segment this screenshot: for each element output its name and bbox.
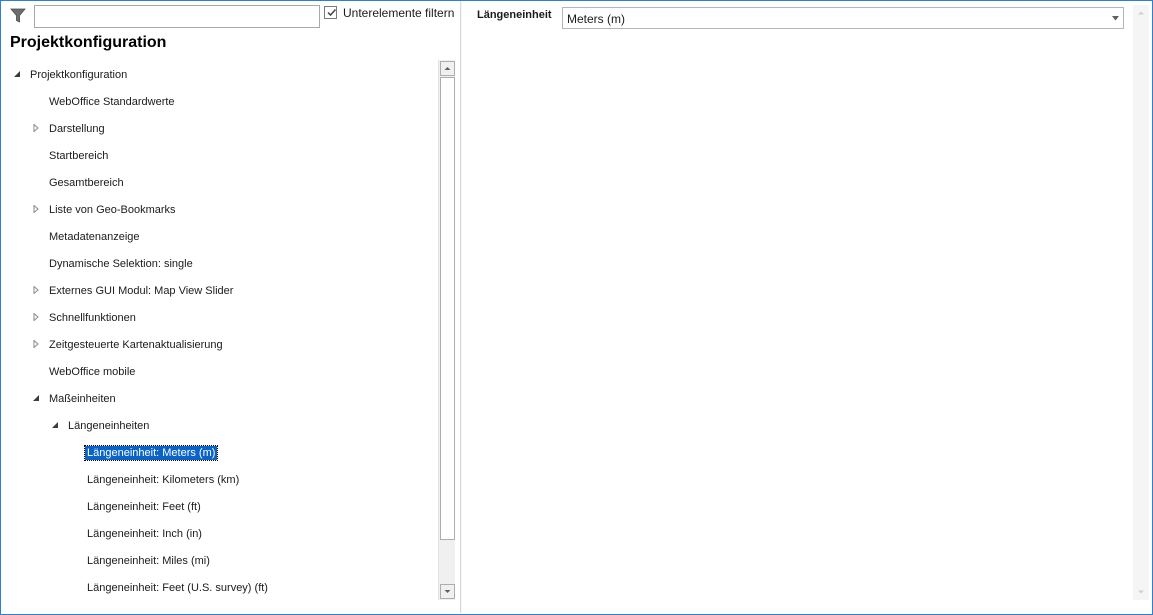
subelements-filter-label[interactable]: Unterelemente filtern bbox=[343, 6, 454, 20]
tree-item[interactable]: Dynamische Selektion: single bbox=[2, 250, 438, 277]
tree-item[interactable]: Projektkonfiguration bbox=[2, 61, 438, 88]
scroll-down-arrow-icon bbox=[444, 590, 451, 593]
tree-item-label[interactable]: Längeneinheit: Meters (m) bbox=[83, 445, 219, 461]
filter-funnel-icon[interactable] bbox=[10, 8, 26, 24]
tree-item[interactable]: Metadatenanzeige bbox=[2, 223, 438, 250]
triangle-expanded-icon[interactable] bbox=[32, 394, 40, 402]
scroll-thumb[interactable] bbox=[440, 77, 455, 540]
tree-item[interactable]: Schnellfunktionen bbox=[2, 304, 438, 331]
scroll-up-arrow-icon[interactable] bbox=[1135, 7, 1147, 19]
length-unit-dropdown[interactable]: Meters (m) bbox=[562, 7, 1124, 29]
triangle-collapsed-icon[interactable] bbox=[32, 340, 40, 348]
tree-item-label[interactable]: Längeneinheit: Inch (in) bbox=[85, 527, 204, 541]
tree-item[interactable]: Längeneinheit: Inch (in) bbox=[2, 520, 438, 547]
tree-item[interactable]: Externes GUI Modul: Map View Slider bbox=[2, 277, 438, 304]
tree-item-label[interactable]: Liste von Geo-Bookmarks bbox=[47, 203, 178, 217]
tree-item-label[interactable]: WebOffice mobile bbox=[47, 365, 137, 379]
tree-item[interactable]: Liste von Geo-Bookmarks bbox=[2, 196, 438, 223]
tree-scrollbar[interactable] bbox=[438, 60, 455, 600]
tree-item-label[interactable]: Metadatenanzeige bbox=[47, 230, 142, 244]
tree-item[interactable]: Gesamtbereich bbox=[2, 169, 438, 196]
tree-item-label[interactable]: Darstellung bbox=[47, 122, 107, 136]
tree-item[interactable]: Längeneinheiten bbox=[2, 412, 438, 439]
panel-title: Projektkonfiguration bbox=[10, 34, 167, 51]
tree-item-label[interactable]: Längeneinheiten bbox=[66, 419, 151, 433]
triangle-collapsed-icon[interactable] bbox=[32, 205, 40, 213]
tree-item[interactable]: Maßeinheiten bbox=[2, 385, 438, 412]
navigation-pane: Unterelemente filtern Projektkonfigurati… bbox=[1, 1, 460, 613]
triangle-expanded-icon[interactable] bbox=[51, 421, 59, 429]
tree-item-label[interactable]: Zeitgesteuerte Kartenaktualisierung bbox=[47, 338, 225, 352]
tree-item-label[interactable]: Längeneinheit: Feet (ft) bbox=[85, 500, 203, 514]
project-tree: Projektkonfiguration WebOffice Standardwe… bbox=[2, 61, 438, 601]
triangle-collapsed-icon[interactable] bbox=[32, 124, 40, 132]
properties-scrollbar[interactable] bbox=[1133, 5, 1149, 600]
scroll-up-arrow-icon bbox=[444, 67, 451, 70]
tree-item-label[interactable]: Projektkonfiguration bbox=[28, 68, 129, 82]
tree-item-label[interactable]: Startbereich bbox=[47, 149, 110, 163]
tree-item[interactable]: WebOffice mobile bbox=[2, 358, 438, 385]
tree-item[interactable]: Längeneinheit: Miles (mi) bbox=[2, 547, 438, 574]
tree-item[interactable]: Längeneinheit: Kilometers (km) bbox=[2, 466, 438, 493]
tree-item-label[interactable]: Längeneinheit: Feet (U.S. survey) (ft) bbox=[85, 581, 270, 595]
tree-item-label[interactable]: Längeneinheit: Kilometers (km) bbox=[85, 473, 241, 487]
tree-item-label[interactable]: Längeneinheit: Miles (mi) bbox=[85, 554, 212, 568]
triangle-collapsed-icon[interactable] bbox=[32, 286, 40, 294]
subelements-filter-checkbox[interactable] bbox=[324, 6, 337, 19]
tree-item-label[interactable]: Schnellfunktionen bbox=[47, 311, 138, 325]
tree-item[interactable]: Startbereich bbox=[2, 142, 438, 169]
scroll-up-button[interactable] bbox=[440, 61, 455, 76]
length-unit-label: Längeneinheit bbox=[477, 9, 552, 21]
chevron-down-icon bbox=[1112, 16, 1119, 21]
checkmark-icon bbox=[327, 8, 337, 17]
tree-item[interactable]: Längeneinheit: Feet (U.S. survey) (ft) bbox=[2, 574, 438, 601]
filter-input[interactable] bbox=[34, 5, 320, 28]
tree-item-label[interactable]: Dynamische Selektion: single bbox=[47, 257, 195, 271]
scroll-down-arrow-icon[interactable] bbox=[1135, 586, 1147, 598]
tree-item[interactable]: Zeitgesteuerte Kartenaktualisierung bbox=[2, 331, 438, 358]
tree-item[interactable]: Längeneinheit: Meters (m) bbox=[2, 439, 438, 466]
tree-item-label[interactable]: Maßeinheiten bbox=[47, 392, 118, 406]
tree-item[interactable]: WebOffice Standardwerte bbox=[2, 88, 438, 115]
properties-pane: Längeneinheit Meters (m) bbox=[462, 1, 1151, 613]
tree-item-label[interactable]: Externes GUI Modul: Map View Slider bbox=[47, 284, 235, 298]
triangle-collapsed-icon[interactable] bbox=[32, 313, 40, 321]
length-unit-value: Meters (m) bbox=[567, 12, 625, 26]
tree-item-label[interactable]: Gesamtbereich bbox=[47, 176, 126, 190]
tree-item[interactable]: Darstellung bbox=[2, 115, 438, 142]
tree-item-label[interactable]: WebOffice Standardwerte bbox=[47, 95, 177, 109]
triangle-expanded-icon[interactable] bbox=[13, 70, 21, 78]
scroll-down-button[interactable] bbox=[440, 584, 455, 599]
tree-item[interactable]: Längeneinheit: Feet (ft) bbox=[2, 493, 438, 520]
